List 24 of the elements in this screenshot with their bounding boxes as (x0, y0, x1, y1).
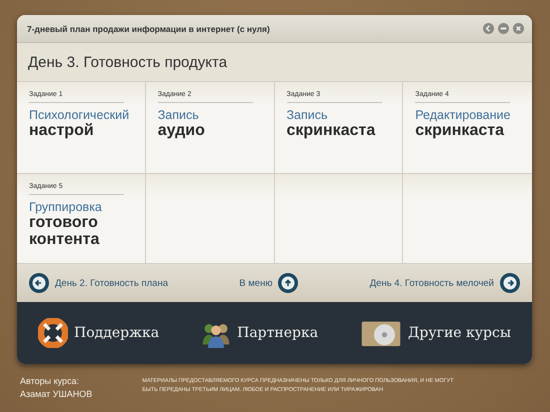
menu-link[interactable]: В меню (239, 273, 298, 293)
author-name: Азамат УШАНОВ (20, 389, 92, 399)
task-subtitle: настрой (29, 122, 94, 140)
task-subtitle: готового контента (29, 214, 100, 248)
task-title: Запись (158, 109, 199, 123)
task-subtitle: аудио (158, 122, 205, 140)
close-icon[interactable] (513, 23, 524, 34)
task-subtitle: скринкаста (286, 122, 376, 140)
next-day-link[interactable]: День 4. Готовность мелочей (370, 273, 520, 293)
task-title: Психологический (29, 109, 130, 123)
back-icon[interactable] (483, 23, 494, 34)
bottom-bar-link[interactable]: Партнерка (201, 318, 318, 348)
task-title: Редактирование (415, 109, 510, 123)
window-title: 7-дневый план продажи информации в интернет (с нуля) (27, 24, 270, 34)
bottom-bar-link[interactable]: Поддержка (38, 318, 160, 348)
authors-label: Авторы курса: (20, 376, 80, 386)
day-heading: День 3. Готовность продукта (17, 43, 532, 81)
task-title: Группировка (29, 201, 102, 215)
task-subtitle: скринкаста (415, 122, 504, 140)
lifebuoy-icon (38, 318, 68, 348)
minimize-icon[interactable] (498, 23, 509, 34)
bottom-bar-link[interactable]: Другие курсы (360, 318, 511, 348)
previous-day-link[interactable]: День 2. Готовность плана (29, 273, 168, 293)
task-title: Запись (286, 109, 328, 123)
